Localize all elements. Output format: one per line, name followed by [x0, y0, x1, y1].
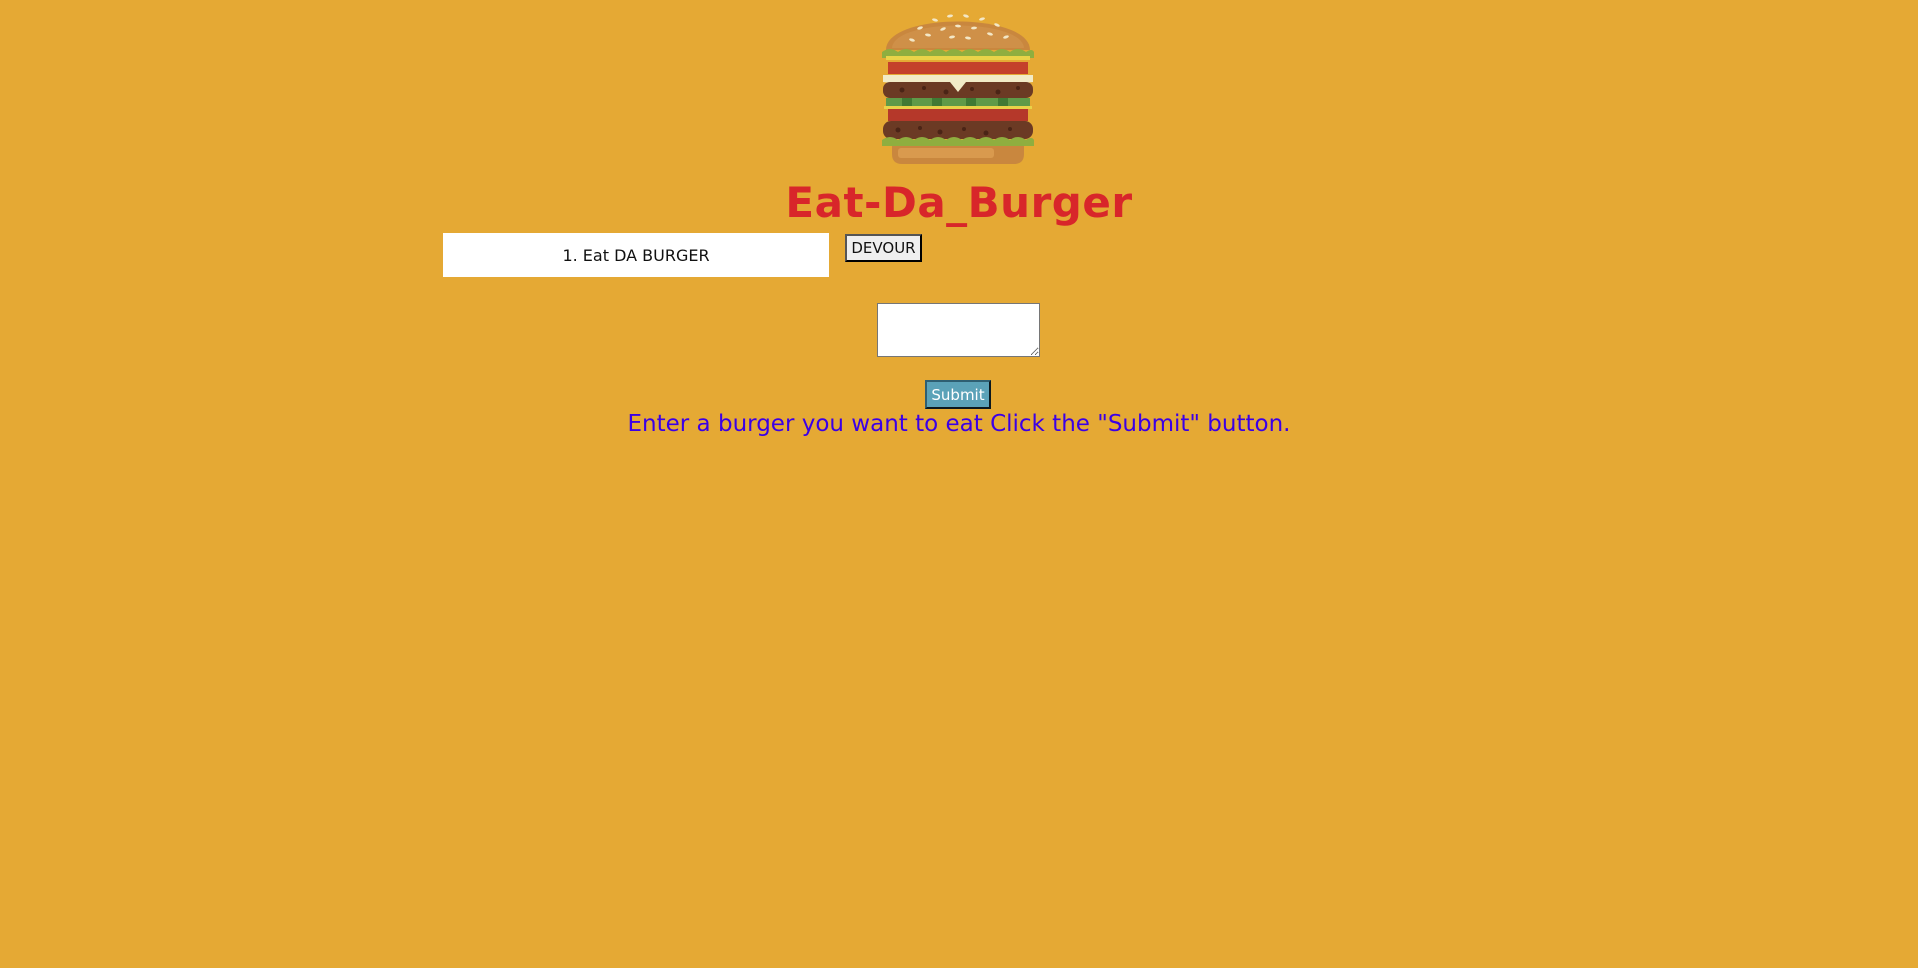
burger-list-item: 1. Eat DA BURGER — [443, 233, 829, 277]
burger-name: 1. Eat DA BURGER — [562, 245, 710, 265]
burger-icon — [882, 14, 1034, 164]
burger-name-input[interactable] — [877, 303, 1040, 357]
instructions-text: Enter a burger you want to eat Click the… — [627, 411, 1291, 437]
page: Eat-Da_Burger 1. Eat DA BURGER DEVOUR Su… — [0, 0, 1918, 968]
submit-button[interactable]: Submit — [925, 380, 991, 409]
page-title: Eat-Da_Burger — [785, 178, 1133, 227]
devour-button[interactable]: DEVOUR — [845, 234, 922, 262]
